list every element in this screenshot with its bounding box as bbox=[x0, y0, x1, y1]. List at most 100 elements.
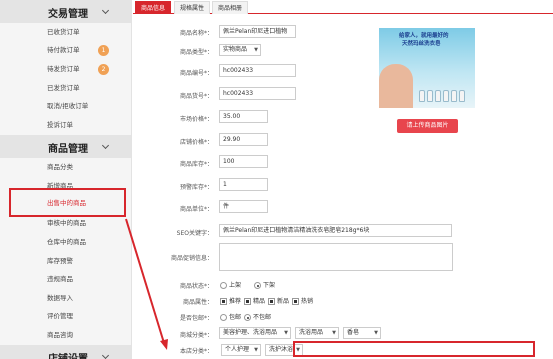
sidebar-item-reviews[interactable]: 评价管理 bbox=[0, 307, 131, 326]
field-label: 是否包邮*： bbox=[179, 315, 213, 322]
select-value: 洗护沐浴 bbox=[269, 346, 294, 353]
checkbox-icon bbox=[244, 298, 251, 305]
sidebar-item-cancelled-orders[interactable]: 取消/拒收订单 bbox=[0, 97, 131, 116]
caret-down-icon: ▼ bbox=[332, 330, 336, 336]
goods-type-select[interactable]: 实物商品 ▼ bbox=[219, 44, 261, 56]
attr-recommend-checkbox[interactable]: 推荐 bbox=[220, 296, 241, 305]
soap-bottle bbox=[459, 90, 465, 102]
status-on-shelf-radio[interactable]: 上架 bbox=[220, 280, 241, 289]
attr-premium-checkbox[interactable]: 精品 bbox=[244, 296, 265, 305]
radio-checked-icon bbox=[254, 282, 261, 289]
field-label: 商品促销信息： bbox=[170, 255, 213, 262]
soap-bottle bbox=[435, 90, 441, 102]
field-label: 商品类型*： bbox=[179, 49, 213, 56]
sidebar-item-goods-in-warehouse[interactable]: 仓库中的商品 bbox=[0, 233, 131, 252]
field-label: 商品状态*： bbox=[179, 283, 213, 290]
highlight-box bbox=[293, 341, 535, 357]
warn-stock-input[interactable]: 1 bbox=[219, 178, 268, 191]
attr-new-checkbox[interactable]: 新品 bbox=[268, 296, 289, 305]
sidebar-item-label: 违规商品 bbox=[47, 275, 73, 283]
sidebar-item-goods-category[interactable]: 商品分类 bbox=[0, 158, 131, 177]
radio-icon bbox=[220, 282, 227, 289]
sidebar-item-label: 仓库中的商品 bbox=[47, 238, 86, 246]
caret-down-icon: ▼ bbox=[254, 47, 258, 53]
stock-input[interactable]: 100 bbox=[219, 155, 268, 168]
field-label: 本店分类*： bbox=[179, 348, 213, 355]
sidebar-item-label: 商品分类 bbox=[47, 163, 73, 171]
market-price-input[interactable]: 35.00 bbox=[219, 110, 268, 123]
ad-text-line-1: 给家人，就用最好的 bbox=[399, 33, 449, 39]
sidebar-item-violation-goods[interactable]: 违规商品 bbox=[0, 270, 131, 289]
shop-category-select-1[interactable]: 个人护理 ▼ bbox=[221, 344, 261, 356]
sidebar-item-label: 已收货订单 bbox=[47, 28, 80, 36]
select-value: 个人护理 bbox=[225, 346, 250, 353]
sidebar-item-unshipped-orders[interactable]: 待发货订单 2 bbox=[0, 60, 131, 79]
chevron-down-icon bbox=[101, 141, 110, 150]
goods-code-input[interactable]: hc002433 bbox=[219, 64, 296, 77]
caret-down-icon: ▼ bbox=[254, 347, 258, 353]
field-label: 店铺价格*： bbox=[179, 139, 213, 146]
promo-info-textarea[interactable] bbox=[219, 243, 453, 271]
tab-bar: 商品信息 规格属性 商品相册 bbox=[133, 0, 553, 14]
upload-image-button[interactable]: 请上传商品图片 bbox=[397, 119, 458, 133]
field-label: 商品属性： bbox=[182, 299, 213, 306]
option-label: 上架 bbox=[229, 282, 242, 289]
section-title: 店铺设置 bbox=[48, 350, 88, 359]
field-label: 商品编号*： bbox=[179, 70, 213, 77]
unit-input[interactable]: 件 bbox=[219, 200, 268, 213]
field-label: 商城分类*： bbox=[179, 332, 213, 339]
sidebar-item-label: 库存预警 bbox=[47, 257, 73, 265]
field-label: 商品库存*： bbox=[179, 161, 213, 168]
field-label: 商品货号*： bbox=[179, 93, 213, 100]
sidebar-item-label: 审核中的商品 bbox=[47, 219, 86, 227]
shop-price-input[interactable]: 29.90 bbox=[219, 133, 268, 146]
sidebar-item-goods-consult[interactable]: 商品咨询 bbox=[0, 326, 131, 345]
mall-category-select-3[interactable]: 香皂 ▼ bbox=[343, 327, 381, 339]
sidebar-item-complaint-orders[interactable]: 投诉订单 bbox=[0, 116, 131, 135]
mall-category-select-1[interactable]: 美容护理、洗浴用品 ▼ bbox=[219, 327, 291, 339]
count-badge: 1 bbox=[98, 45, 109, 56]
attr-hot-checkbox[interactable]: 热销 bbox=[292, 296, 313, 305]
chevron-down-icon bbox=[101, 6, 110, 15]
sidebar-item-unpaid-orders[interactable]: 待付款订单 1 bbox=[0, 41, 131, 60]
sidebar-section-goods[interactable]: 商品管理 bbox=[0, 135, 131, 158]
sidebar-item-data-import[interactable]: 数据导入 bbox=[0, 289, 131, 308]
sidebar-item-label: 投诉订单 bbox=[47, 121, 73, 129]
sidebar-item-label: 待发货订单 bbox=[47, 65, 80, 73]
caret-down-icon: ▼ bbox=[284, 330, 288, 336]
tab-goods-info[interactable]: 商品信息 bbox=[135, 1, 172, 14]
status-off-shelf-radio[interactable]: 下架 bbox=[254, 280, 275, 289]
mall-category-select-2[interactable]: 洗浴用品 ▼ bbox=[295, 327, 339, 339]
option-label: 不包邮 bbox=[253, 314, 272, 321]
soap-bottle bbox=[451, 90, 457, 102]
tab-goods-album[interactable]: 商品相册 bbox=[212, 1, 249, 14]
field-label: 商品单位*： bbox=[179, 206, 213, 213]
chevron-down-icon bbox=[101, 351, 110, 359]
sidebar-item-received-orders[interactable]: 已收货订单 bbox=[0, 23, 131, 42]
free-shipping-radio[interactable]: 包邮 bbox=[220, 312, 241, 321]
tab-spec-attrs[interactable]: 规格属性 bbox=[174, 1, 211, 14]
radio-icon bbox=[220, 314, 227, 321]
select-value: 实物商品 bbox=[223, 46, 248, 53]
no-free-shipping-radio[interactable]: 不包邮 bbox=[244, 312, 271, 321]
sidebar-item-label: 待付款订单 bbox=[47, 46, 80, 54]
sidebar-item-stock-warning[interactable]: 库存预警 bbox=[0, 252, 131, 271]
option-label: 推荐 bbox=[229, 298, 242, 305]
select-value: 美容护理、洗浴用品 bbox=[223, 329, 278, 336]
option-label: 精品 bbox=[253, 298, 266, 305]
soap-bottle bbox=[419, 90, 425, 102]
sidebar-section-shop[interactable]: 店铺设置 bbox=[0, 345, 131, 359]
main-panel: 商品信息 规格属性 商品相册 商品名称*： 佩兰Pelan印尼进口植物 商品类型… bbox=[133, 0, 553, 359]
sidebar-item-shipped-orders[interactable]: 已发货订单 bbox=[0, 79, 131, 98]
sidebar-section-trade[interactable]: 交易管理 bbox=[0, 0, 131, 23]
section-title: 交易管理 bbox=[48, 9, 88, 20]
field-label: 预警库存*： bbox=[179, 184, 213, 191]
seo-keywords-input[interactable]: 佩兰Pelan印尼进口植物清洁精油洗衣皂肥皂218g*6块 bbox=[219, 224, 452, 237]
goods-name-input[interactable]: 佩兰Pelan印尼进口植物 bbox=[219, 25, 296, 38]
option-label: 下架 bbox=[263, 282, 276, 289]
sidebar-item-label: 数据导入 bbox=[47, 294, 73, 302]
model-figure bbox=[379, 64, 413, 108]
radio-checked-icon bbox=[244, 314, 251, 321]
goods-sku-input[interactable]: hc002433 bbox=[219, 87, 296, 100]
soap-bottle bbox=[443, 90, 449, 102]
